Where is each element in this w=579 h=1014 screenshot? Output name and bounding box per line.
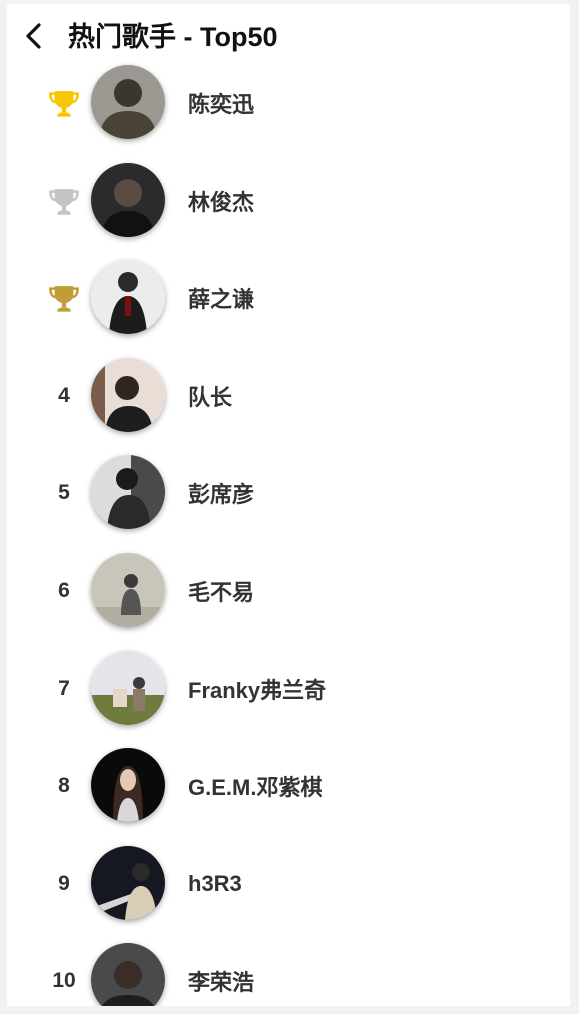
singer-name: 林俊杰 xyxy=(188,189,255,215)
avatar xyxy=(91,650,165,725)
trophy-gold-icon xyxy=(49,91,79,117)
avatar xyxy=(91,455,165,530)
rank-badge xyxy=(43,258,85,338)
trophy-silver-icon xyxy=(49,188,79,215)
singer-name: 队长 xyxy=(188,384,233,410)
singer-row[interactable]: 薛之谦 xyxy=(7,258,570,356)
singer-name: G.E.M.邓紫棋 xyxy=(188,775,323,801)
singer-name: 毛不易 xyxy=(188,579,255,605)
singer-row[interactable]: 林俊杰 xyxy=(7,161,570,259)
singer-row[interactable]: 4 队长 xyxy=(7,356,570,454)
rank-number: 6 xyxy=(58,578,70,602)
avatar xyxy=(91,357,165,432)
singer-name: 陈奕迅 xyxy=(188,92,255,117)
singer-row[interactable]: 6 毛不易 xyxy=(7,551,570,649)
singer-row[interactable]: 5 彭席彦 xyxy=(7,453,570,551)
rank-number: 8 xyxy=(58,774,70,798)
avatar xyxy=(91,162,165,237)
rank-number: 10 xyxy=(52,969,76,993)
rank-badge xyxy=(43,161,85,241)
avatar xyxy=(91,552,165,627)
singer-row[interactable]: 8 G.E.M.邓紫棋 xyxy=(7,746,570,844)
avatar xyxy=(91,845,165,920)
singer-name: 薛之谦 xyxy=(188,287,255,313)
trophy-bronze-icon xyxy=(49,286,79,312)
rank-number: 7 xyxy=(58,676,70,700)
rank-badge xyxy=(43,63,85,143)
rank-number: 4 xyxy=(58,383,70,407)
singer-row[interactable]: 陈奕迅 xyxy=(7,63,570,161)
back-button[interactable] xyxy=(19,18,49,54)
singer-row[interactable]: 10 李荣浩 xyxy=(7,941,570,1006)
singer-row[interactable]: 9 h3R3 xyxy=(7,844,570,942)
avatar xyxy=(91,260,165,335)
app-frame: 热门歌手 - Top50 陈奕迅 林俊杰 薛之谦 4 队长 5 彭席彦 6 毛不… xyxy=(7,4,570,1006)
singer-list: 陈奕迅 林俊杰 薛之谦 4 队长 5 彭席彦 6 毛不易 7 Franky弗兰奇… xyxy=(7,63,570,1006)
avatar xyxy=(91,943,165,1006)
singer-name: 彭席彦 xyxy=(188,482,255,508)
rank-number: 9 xyxy=(58,871,70,895)
avatar xyxy=(91,748,165,823)
chevron-left-icon xyxy=(26,23,41,49)
page-title: 热门歌手 - Top50 xyxy=(68,22,278,52)
singer-name: 李荣浩 xyxy=(188,970,255,996)
rank-number: 5 xyxy=(58,481,70,505)
avatar xyxy=(91,65,165,139)
singer-name: Franky弗兰奇 xyxy=(188,677,327,703)
singer-name: h3R3 xyxy=(188,870,242,896)
singer-row[interactable]: 7 Franky弗兰奇 xyxy=(7,649,570,747)
header: 热门歌手 - Top50 xyxy=(7,4,570,70)
